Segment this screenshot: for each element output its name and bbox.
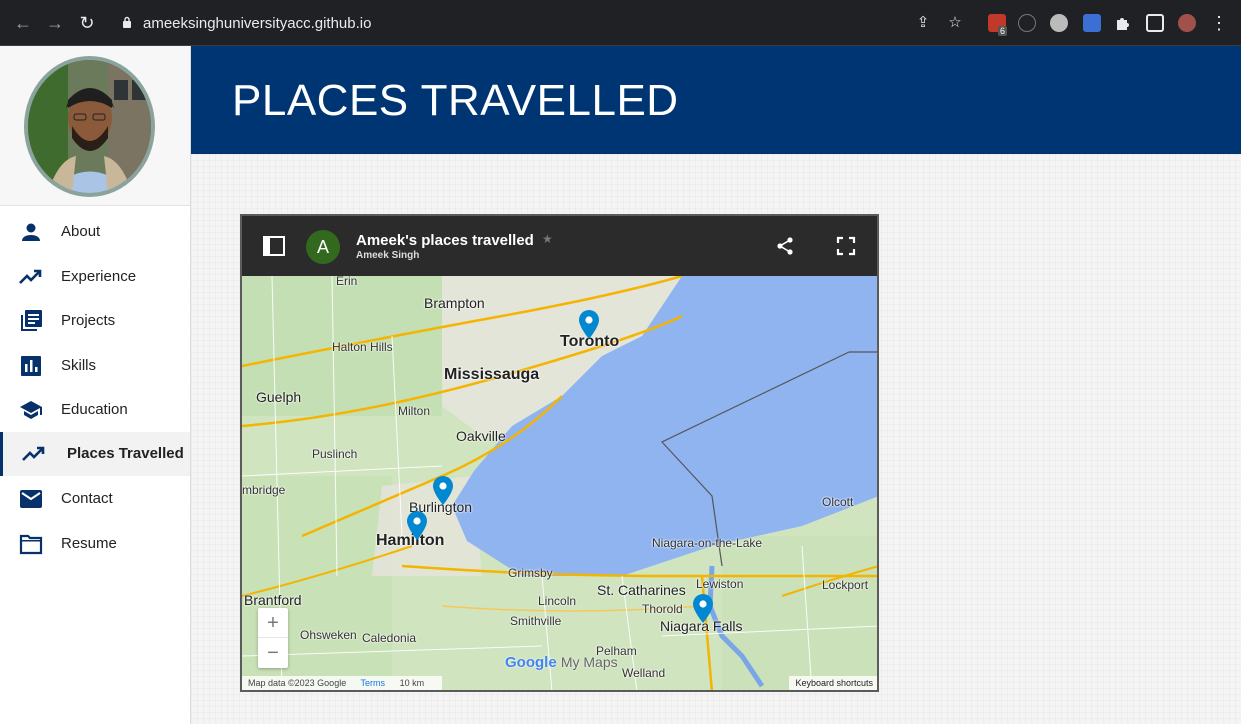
map-label-thorold: Thorold bbox=[642, 602, 683, 616]
google-my-maps-logo: Google My Maps bbox=[505, 654, 618, 671]
profile-photo bbox=[24, 56, 155, 197]
person-icon bbox=[22, 223, 40, 241]
map-author: Ameek Singh bbox=[356, 250, 420, 261]
nav-places-travelled-label: Places Travelled bbox=[67, 445, 184, 462]
extension-icon[interactable] bbox=[1050, 14, 1068, 32]
my-maps-text: My Maps bbox=[560, 654, 618, 670]
profile-photo-area bbox=[0, 46, 190, 206]
map-scale[interactable]: 10 km bbox=[400, 678, 425, 688]
map-label-erin: Erin bbox=[336, 274, 358, 288]
address-bar[interactable]: ameeksinghuniversityacc.github.io ⇪ ☆ bbox=[110, 8, 980, 38]
forward-icon[interactable]: → bbox=[44, 12, 66, 34]
sidebar: About Experience Projects Skills Educati… bbox=[0, 46, 191, 724]
map-label-guelph: Guelph bbox=[256, 389, 302, 405]
folder-icon bbox=[19, 534, 43, 555]
nav-experience[interactable]: Experience bbox=[0, 255, 190, 299]
trending-up-icon bbox=[22, 446, 45, 461]
map-label-caledonia: Caledonia bbox=[362, 631, 417, 645]
nav-skills-label: Skills bbox=[61, 357, 97, 374]
nav-projects[interactable]: Projects bbox=[0, 299, 190, 343]
map-author-avatar: A bbox=[306, 230, 340, 264]
nav-about-label: About bbox=[61, 223, 101, 240]
map-label-lewiston: Lewiston bbox=[696, 577, 744, 591]
map-pin-niagara-falls[interactable] bbox=[692, 594, 714, 624]
map-label-mississauga: Mississauga bbox=[444, 366, 540, 383]
nav-education[interactable]: Education bbox=[0, 388, 190, 432]
nav-skills[interactable]: Skills bbox=[0, 344, 190, 388]
share-icon[interactable] bbox=[775, 236, 795, 256]
map-label-lockport: Lockport bbox=[822, 578, 869, 592]
map-label-niagara-on-the-lake: Niagara-on-the-Lake bbox=[652, 536, 763, 550]
info-extension-icon[interactable] bbox=[1018, 14, 1036, 32]
map-label-brantford: Brantford bbox=[244, 592, 302, 608]
browser-toolbar: ← → ↻ ameeksinghuniversityacc.github.io … bbox=[0, 0, 1241, 46]
map-label-milton: Milton bbox=[398, 404, 431, 418]
share-page-icon[interactable]: ⇪ bbox=[914, 14, 932, 32]
nav-projects-label: Projects bbox=[61, 312, 116, 329]
zoom-in-button[interactable]: + bbox=[258, 608, 288, 638]
map-pin-hamilton[interactable] bbox=[406, 511, 428, 541]
star-icon[interactable]: ★ bbox=[542, 232, 553, 246]
zoom-out-button[interactable]: − bbox=[258, 638, 288, 668]
bookmark-star-icon[interactable]: ☆ bbox=[946, 14, 964, 32]
profile-avatar-icon[interactable] bbox=[1178, 14, 1196, 32]
back-icon[interactable]: ← bbox=[12, 12, 34, 34]
nav-about[interactable]: About bbox=[0, 210, 190, 254]
map-label-halton-hills: Halton Hills bbox=[332, 340, 393, 354]
reload-icon[interactable]: ↻ bbox=[76, 12, 98, 34]
bitwarden-extension-icon[interactable] bbox=[1083, 14, 1101, 32]
map-label-ohsweken: Ohsweken bbox=[300, 628, 357, 642]
mail-icon bbox=[20, 490, 42, 508]
keyboard-shortcuts-link[interactable]: Keyboard shortcuts bbox=[789, 676, 877, 690]
map-label-puslinch: Puslinch bbox=[312, 447, 358, 461]
library-books-icon bbox=[21, 310, 42, 331]
map-data-credit: Map data ©2023 Google bbox=[248, 678, 347, 688]
nav-places-travelled[interactable]: Places Travelled bbox=[0, 432, 190, 476]
map-label-cambridge: mbridge bbox=[242, 483, 286, 497]
map-label-olcott: Olcott bbox=[822, 495, 854, 509]
page-header: PLACES TRAVELLED bbox=[191, 46, 1241, 154]
bar-chart-icon bbox=[21, 356, 41, 376]
lock-icon[interactable] bbox=[122, 16, 132, 29]
embedded-map[interactable]: A Ameek's places travelled ★ Ameek Singh bbox=[240, 214, 879, 692]
kebab-menu-icon[interactable]: ⋮ bbox=[1208, 12, 1230, 34]
side-panel-icon[interactable] bbox=[1146, 14, 1164, 32]
map-attribution-bar: Map data ©2023 Google Terms 10 km Keyboa… bbox=[242, 676, 877, 690]
map-pin-toronto[interactable] bbox=[578, 310, 600, 340]
map-pin-burlington[interactable] bbox=[432, 476, 454, 506]
page-title: PLACES TRAVELLED bbox=[232, 76, 679, 125]
fullscreen-icon[interactable] bbox=[836, 236, 856, 256]
map-label-oakville: Oakville bbox=[456, 428, 506, 444]
map-title: Ameek's places travelled bbox=[356, 232, 534, 249]
trending-up-icon bbox=[19, 269, 42, 284]
zoom-controls: + − bbox=[258, 608, 288, 668]
map-label-smithville: Smithville bbox=[510, 614, 562, 628]
url-text[interactable]: ameeksinghuniversityacc.github.io bbox=[143, 15, 371, 32]
extension-badge: 6 bbox=[998, 26, 1008, 36]
map-label-grimsby: Grimsby bbox=[508, 566, 553, 580]
map-label-lincoln: Lincoln bbox=[538, 594, 577, 608]
puzzle-extensions-icon[interactable] bbox=[1114, 14, 1132, 32]
map-legend-toggle-icon[interactable] bbox=[262, 235, 286, 257]
map-label-st-catharines: St. Catharines bbox=[597, 582, 686, 598]
nav-contact[interactable]: Contact bbox=[0, 477, 190, 521]
terms-link[interactable]: Terms bbox=[361, 678, 386, 688]
map-label-brampton: Brampton bbox=[424, 295, 485, 311]
nav-resume[interactable]: Resume bbox=[0, 522, 190, 566]
google-logo-text: Google bbox=[505, 654, 557, 671]
nav-education-label: Education bbox=[61, 401, 128, 418]
school-icon bbox=[20, 401, 42, 419]
nav-contact-label: Contact bbox=[61, 490, 113, 507]
nav-resume-label: Resume bbox=[61, 535, 117, 552]
nav-experience-label: Experience bbox=[61, 268, 137, 285]
map-header: A Ameek's places travelled ★ Ameek Singh bbox=[242, 216, 877, 276]
